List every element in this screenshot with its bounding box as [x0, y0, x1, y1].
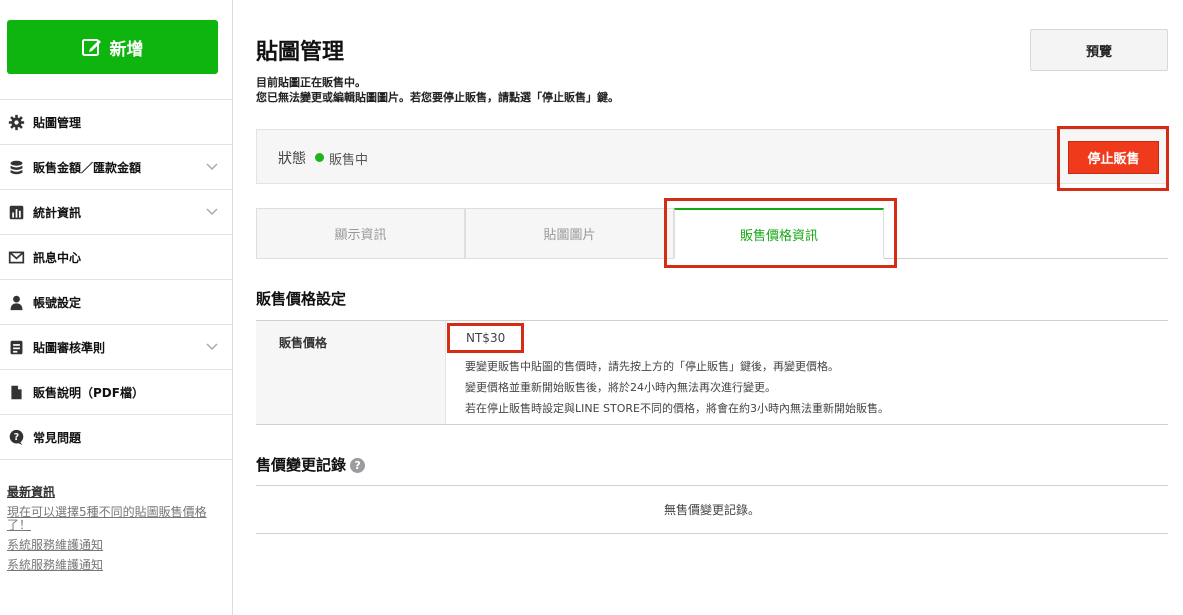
price-value: NT$30 [447, 323, 524, 353]
question-icon: ? [8, 429, 25, 446]
preview-button[interactable]: 預覽 [1030, 29, 1168, 71]
history-empty: 無售價變更記錄。 [256, 485, 1168, 534]
sidebar-item-review-guidelines[interactable]: 貼圖審核準則 [0, 325, 232, 370]
document-icon [8, 339, 25, 356]
price-label-cell: 販售價格 [256, 321, 446, 424]
chevron-down-icon [206, 343, 218, 351]
sidebar-item-sticker-management[interactable]: 貼圖管理 [0, 100, 232, 145]
chevron-down-icon [206, 163, 218, 171]
main-content: 貼圖管理 預覽 目前貼圖正在販售中。 您已無法變更或編輯貼圖圖片。若您要停止販售… [256, 0, 1169, 615]
sidebar-item-label: 販售金額／匯款金額 [33, 160, 142, 175]
sidebar-nav: 貼圖管理 販售金額／匯款金額 統計資訊 訊息中心 帳號設定 貼圖審核準則 販售說… [0, 99, 232, 460]
notice-line: 目前貼圖正在販售中。 [256, 76, 366, 89]
svg-text:?: ? [14, 432, 19, 443]
new-button-label: 新增 [109, 39, 144, 60]
price-note: 變更價格並重新開始販售後，將於24小時內無法再次進行變更。 [465, 381, 776, 394]
sidebar-item-statistics[interactable]: 統計資訊 [0, 190, 232, 235]
status-value: 販售中 [329, 153, 369, 168]
chevron-down-icon [206, 208, 218, 216]
sidebar: 新增 貼圖管理 販售金額／匯款金額 統計資訊 訊息中心 帳號設定 貼圖審核準則 … [0, 0, 233, 615]
sidebar-item-sales-guide-pdf[interactable]: 販售說明（PDF檔） [0, 370, 232, 415]
sidebar-item-label: 訊息中心 [33, 250, 82, 265]
sidebar-item-label: 帳號設定 [33, 295, 82, 310]
price-note: 要變更販售中貼圖的售價時，請先按上方的「停止販售」鍵後，再變更價格。 [465, 360, 839, 373]
price-note: 若在停止販售時設定與LINE STORE不同的價格，將會在約3小時內無法重新開始… [465, 402, 889, 415]
sidebar-item-label: 常見問題 [33, 430, 82, 445]
news-link[interactable]: 系統服務維護通知 [7, 539, 222, 552]
sidebar-item-sales-amount[interactable]: 販售金額／匯款金額 [0, 145, 232, 190]
price-notes: 要變更販售中貼圖的售價時，請先按上方的「停止販售」鍵後，再變更價格。 變更價格並… [465, 356, 889, 419]
tab-sales-price-info[interactable]: 販售價格資訊 [674, 208, 884, 259]
edit-icon [81, 39, 101, 56]
sidebar-item-label: 販售說明（PDF檔） [33, 385, 144, 400]
price-table: 販售價格 NT$30 要變更販售中貼圖的售價時，請先按上方的「停止販售」鍵後，再… [256, 320, 1168, 425]
coins-icon [8, 159, 25, 176]
status-bar: 狀態 販售中 [256, 129, 1168, 184]
stop-sales-highlight: 停止販售 [1057, 126, 1169, 191]
sidebar-item-label: 貼圖審核準則 [33, 340, 106, 355]
file-icon [8, 384, 25, 401]
price-section-title: 販售價格設定 [256, 290, 347, 308]
notice-line: 您已無法變更或編輯貼圖圖片。若您要停止販售，請點選「停止販售」鍵。 [256, 91, 619, 104]
mail-icon [8, 249, 25, 266]
news-link[interactable]: 系統服務維護通知 [7, 559, 222, 572]
sidebar-item-faq[interactable]: ? 常見問題 [0, 415, 232, 460]
help-icon[interactable]: ? [350, 458, 366, 473]
page-title: 貼圖管理 [256, 40, 345, 65]
status-dot-icon [315, 153, 324, 162]
price-label: 販售價格 [279, 336, 328, 350]
chart-icon [8, 204, 25, 221]
tab-bar: 顯示資訊 貼圖圖片 販售價格資訊 [256, 208, 1168, 259]
sidebar-item-label: 貼圖管理 [33, 115, 82, 130]
tab-display-info[interactable]: 顯示資訊 [256, 208, 465, 259]
tab-sticker-images[interactable]: 貼圖圖片 [465, 208, 674, 259]
new-button[interactable]: 新增 [7, 20, 218, 74]
news-link[interactable]: 現在可以選擇5種不同的貼圖販售價格了！ [7, 506, 222, 532]
history-title-text: 售價變更記錄 [256, 456, 347, 474]
stop-sales-button[interactable]: 停止販售 [1068, 141, 1159, 174]
sidebar-item-label: 統計資訊 [33, 205, 82, 220]
status-label: 狀態 [278, 151, 306, 167]
sidebar-item-account-settings[interactable]: 帳號設定 [0, 280, 232, 325]
sidebar-item-message-center[interactable]: 訊息中心 [0, 235, 232, 280]
person-icon [8, 294, 25, 311]
history-section-title: 售價變更記錄? [256, 454, 366, 475]
sales-notice: 目前貼圖正在販售中。 您已無法變更或編輯貼圖圖片。若您要停止販售，請點選「停止販… [256, 75, 619, 105]
news-heading[interactable]: 最新資訊 [7, 483, 222, 500]
news-section: 最新資訊 現在可以選擇5種不同的貼圖販售價格了！ 系統服務維護通知 系統服務維護… [7, 483, 222, 579]
gear-icon [8, 114, 25, 131]
